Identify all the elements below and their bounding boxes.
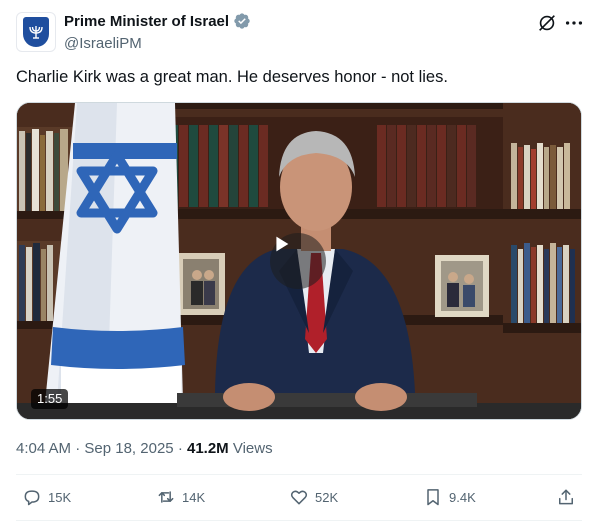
divider	[16, 474, 582, 475]
video-duration: 1:55	[31, 389, 69, 409]
video-player[interactable]: 1:55	[16, 102, 582, 420]
play-icon	[276, 236, 289, 252]
account-name-row[interactable]: Prime Minister of Israel	[64, 12, 251, 30]
like-count: 52K	[315, 489, 339, 505]
tweet-date[interactable]: Sep 18, 2025	[84, 440, 173, 457]
tweet-time[interactable]: 4:04 AM	[16, 440, 71, 457]
share-icon	[559, 489, 573, 505]
repost-count: 14K	[182, 489, 206, 505]
account-handle[interactable]: @IsraeliPM	[64, 35, 142, 52]
like-button[interactable]: 52K	[289, 487, 338, 507]
grok-icon[interactable]	[536, 12, 558, 34]
bookmark-button[interactable]: 9.4K	[423, 487, 476, 507]
meta-separator: ·	[177, 440, 183, 457]
views-label: Views	[232, 440, 273, 457]
heart-icon	[290, 490, 308, 505]
share-button[interactable]	[556, 487, 576, 507]
views-count: 41.2M	[186, 440, 229, 457]
bookmark-icon	[427, 489, 439, 506]
account-name[interactable]: Prime Minister of Israel	[64, 13, 229, 30]
more-options-icon[interactable]	[563, 12, 585, 34]
avatar[interactable]	[16, 12, 56, 52]
reply-count: 15K	[48, 489, 72, 505]
action-bar: 15K 14K 52K 9.4K	[0, 487, 598, 513]
reply-button[interactable]: 15K	[22, 487, 71, 507]
menorah-emblem-icon	[23, 17, 49, 47]
tweet-text: Charlie Kirk was a great man. He deserve…	[16, 68, 448, 86]
tweet-meta: 4:04 AM · Sep 18, 2025 · 41.2M Views	[16, 440, 273, 457]
meta-separator: ·	[75, 440, 81, 457]
verified-badge-icon	[233, 12, 251, 30]
repost-button[interactable]: 14K	[156, 487, 205, 507]
bookmark-count: 9.4K	[449, 489, 476, 505]
divider	[16, 520, 582, 521]
repost-icon	[158, 491, 174, 503]
reply-icon	[24, 490, 40, 506]
play-button[interactable]	[270, 233, 326, 289]
tweet-header: Prime Minister of Israel @IsraeliPM	[0, 0, 598, 60]
